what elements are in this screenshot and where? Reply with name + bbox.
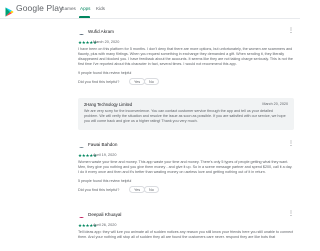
review-date: March 20, 2020 [93, 40, 120, 44]
helpful-question: Did you find this helpful? [78, 188, 120, 193]
helpful-question: Did you find this helpful? [78, 80, 120, 85]
avatar [78, 141, 85, 148]
tab-kids[interactable]: Kids [96, 6, 105, 11]
top-app-bar: Google Play Games Apps Kids [0, 0, 300, 19]
review-card: Wufid Akram ⋮ ★★★★★ March 20, 2020 I hav… [78, 28, 294, 86]
helpful-count: 5 people found this review helpful [78, 179, 132, 184]
active-tab-indicator [79, 16, 90, 18]
google-play-logo-icon[interactable] [5, 4, 14, 22]
review-card: Deepali Khuayal ⋮ ★★★★★ April 26, 2020 T… [78, 211, 294, 240]
review-text: Tell ideas app: they will lure you anima… [78, 230, 294, 240]
helpful-yes-button[interactable]: Yes [129, 78, 146, 86]
more-vert-icon[interactable]: ⋮ [288, 211, 294, 217]
review-author: Fawai Bahdon [88, 142, 118, 147]
review-text: I have been on this platform for 5 month… [78, 47, 293, 67]
more-vert-icon[interactable]: ⋮ [288, 141, 294, 147]
review-author: Wufid Akram [88, 29, 114, 34]
review-date: April 19, 2020 [93, 153, 117, 157]
reply-date: March 20, 2020 [262, 102, 288, 106]
reply-author: 2Hang Technology Limited [84, 102, 133, 107]
helpful-no-button[interactable]: No [144, 78, 159, 86]
review-author: Deepali Khuayal [88, 212, 122, 217]
tab-games[interactable]: Games [61, 6, 76, 11]
tab-apps[interactable]: Apps [80, 6, 90, 11]
brand-name[interactable]: Google Play [16, 3, 63, 13]
review-card: Fawai Bahdon ⋮ ★★★★★ April 19, 2020 Wome… [78, 141, 294, 194]
helpful-count: 9 people found this review helpful [78, 71, 132, 76]
more-vert-icon[interactable]: ⋮ [288, 28, 294, 34]
helpful-yes-button[interactable]: Yes [129, 186, 146, 194]
reply-text: We are very sorry for the inconvenience.… [84, 109, 286, 124]
avatar [78, 211, 85, 218]
review-date: April 26, 2020 [93, 223, 117, 227]
avatar [78, 28, 85, 35]
review-text: Women waste your time and money. This ap… [78, 160, 293, 175]
developer-reply: 2Hang Technology Limited March 20, 2020 … [78, 98, 294, 130]
helpful-no-button[interactable]: No [144, 186, 159, 194]
